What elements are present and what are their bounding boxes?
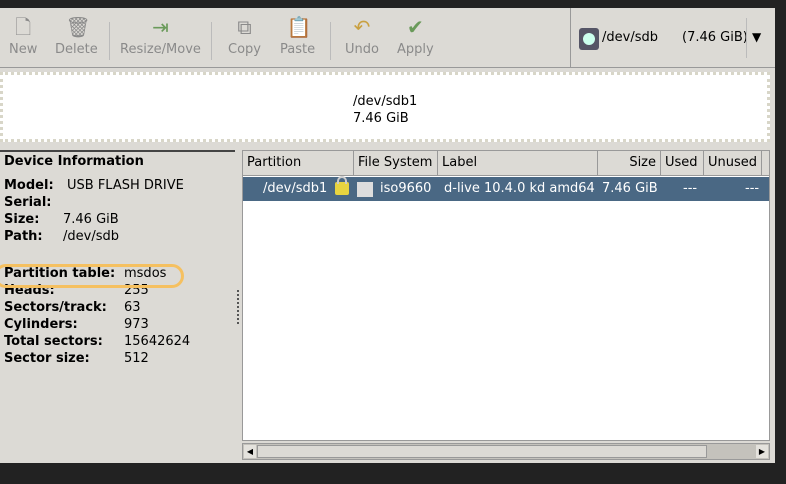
device-information-panel: Device Information Model: USB FLASH DRIVE…: [0, 150, 235, 463]
info-label: Sector size:: [4, 351, 90, 366]
info-value: msdos: [124, 266, 167, 281]
info-label: Total sectors:: [4, 334, 103, 349]
trash-icon: 🗑: [65, 15, 91, 39]
horizontal-scrollbar[interactable]: ◀ ▶: [242, 443, 770, 460]
chevron-down-icon: ▼: [752, 30, 762, 44]
pane-resize-handle[interactable]: [237, 290, 240, 324]
paste-icon: 📋: [286, 15, 312, 39]
resize-move-button[interactable]: ⇥ Resize/Move: [120, 14, 201, 57]
info-label: Heads:: [4, 283, 55, 298]
filesystem-color-swatch: [357, 182, 373, 197]
info-label: Sectors/track:: [4, 300, 107, 315]
info-value: 15642624: [124, 334, 191, 349]
info-value: 255: [124, 283, 149, 298]
copy-icon: ⧉: [237, 15, 252, 39]
info-label: Serial:: [4, 195, 52, 210]
column-used[interactable]: Used: [661, 151, 704, 176]
toolbar: 🗋 New 🗑 Delete ⇥ Resize/Move ⧉ Copy 📋 Paste ↶…: [0, 8, 570, 68]
separator: [109, 22, 110, 60]
info-label: Cylinders:: [4, 317, 78, 332]
info-value: USB FLASH DRIVE: [67, 178, 184, 193]
paste-button[interactable]: 📋 Paste: [280, 14, 315, 57]
panel-title: Device Information: [4, 154, 144, 169]
undo-button[interactable]: ↶ Undo: [345, 14, 379, 57]
undo-icon: ↶: [353, 15, 371, 39]
info-value: /dev/sdb: [63, 229, 119, 244]
new-button[interactable]: 🗋 New: [9, 14, 37, 57]
scrollbar-thumb[interactable]: [257, 445, 707, 458]
info-label: Path:: [4, 229, 43, 244]
lock-icon: [335, 176, 349, 195]
separator: [211, 22, 212, 60]
scroll-right-icon[interactable]: ▶: [756, 445, 768, 458]
partition-list: Partition File System Label Size Used Un…: [242, 150, 770, 441]
column-flags[interactable]: [762, 151, 769, 176]
apply-button[interactable]: ✔ Apply: [397, 14, 434, 57]
info-value: 973: [124, 317, 149, 332]
column-partition[interactable]: Partition: [243, 151, 354, 176]
new-file-icon: 🗋: [15, 15, 32, 39]
delete-button[interactable]: 🗑 Delete: [55, 14, 98, 57]
checkmark-icon: ✔: [406, 15, 424, 39]
info-label: Partition table:: [4, 266, 116, 281]
resize-arrow-icon: ⇥: [152, 15, 169, 39]
scroll-left-icon[interactable]: ◀: [244, 445, 256, 458]
info-value: 63: [124, 300, 141, 315]
info-label: Model:: [4, 178, 54, 193]
drive-icon: [579, 28, 599, 50]
copy-button[interactable]: ⧉ Copy: [228, 14, 261, 57]
info-value: 512: [124, 351, 149, 366]
column-size[interactable]: Size: [598, 151, 661, 176]
column-unused[interactable]: Unused: [704, 151, 762, 176]
column-filesystem[interactable]: File System: [354, 151, 438, 176]
device-selector[interactable]: /dev/sdb (7.46 GiB) ▼: [570, 8, 775, 68]
column-label[interactable]: Label: [438, 151, 598, 176]
info-value: 7.46 GiB: [63, 212, 119, 227]
separator: [330, 22, 331, 60]
info-label: Size:: [4, 212, 40, 227]
partition-graph[interactable]: /dev/sdb1 7.46 GiB: [0, 72, 770, 142]
gparted-window: 🗋 New 🗑 Delete ⇥ Resize/Move ⧉ Copy 📋 Paste ↶…: [0, 8, 775, 463]
table-row[interactable]: /dev/sdb1 iso9660 d-live 10.4.0 kd amd64…: [243, 176, 769, 201]
